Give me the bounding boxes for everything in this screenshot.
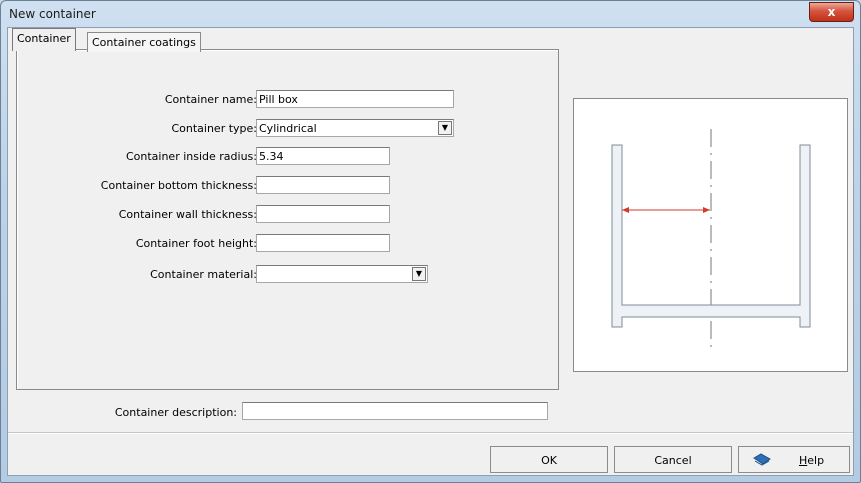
chevron-down-icon[interactable]: ▼ [438,121,452,135]
container-description-input[interactable] [242,402,548,420]
container-diagram [611,129,811,349]
container-foot-height-input[interactable] [256,234,390,252]
container-type-select[interactable]: Cylindrical ▼ [256,119,454,137]
tab-container-coatings[interactable]: Container coatings [87,32,201,52]
container-material-select[interactable]: ▼ [256,265,428,283]
help-button[interactable]: Help [738,446,850,473]
container-name-label: Container name: [164,93,257,106]
container-description-label: Container description: [114,406,237,419]
help-book-icon [753,453,771,466]
close-icon: x [827,5,836,19]
title-bar[interactable]: New container x [1,1,860,27]
close-button[interactable]: x [809,2,854,22]
container-name-value: Pill box [259,93,298,106]
help-button-label: Help [799,454,825,467]
bottom-separator [8,432,853,434]
container-name-input[interactable]: Pill box [256,90,454,108]
container-wall-thickness-label: Container wall thickness: [118,208,257,221]
container-radius-value: 5.34 [259,150,284,163]
cancel-button[interactable]: Cancel [614,446,732,473]
container-wall-thickness-input[interactable] [256,205,390,223]
ok-button-label: OK [541,454,557,467]
radius-arrow-right [703,207,710,213]
container-preview [573,98,848,372]
container-foot-height-label: Container foot height: [135,237,257,250]
window-title: New container [9,7,96,21]
container-bottom-thickness-label: Container bottom thickness: [100,179,257,192]
container-radius-input[interactable]: 5.34 [256,147,390,165]
ok-button[interactable]: OK [490,446,608,473]
radius-arrow-left [622,207,629,213]
cancel-button-label: Cancel [654,454,692,467]
chevron-down-icon[interactable]: ▼ [412,267,426,281]
container-type-value: Cylindrical [259,122,317,135]
tab-container[interactable]: Container [12,28,76,51]
container-material-label: Container material: [150,268,257,281]
container-bottom-thickness-input[interactable] [256,176,390,194]
container-type-label: Container type: [171,122,257,135]
container-radius-label: Container inside radius: [125,150,257,163]
